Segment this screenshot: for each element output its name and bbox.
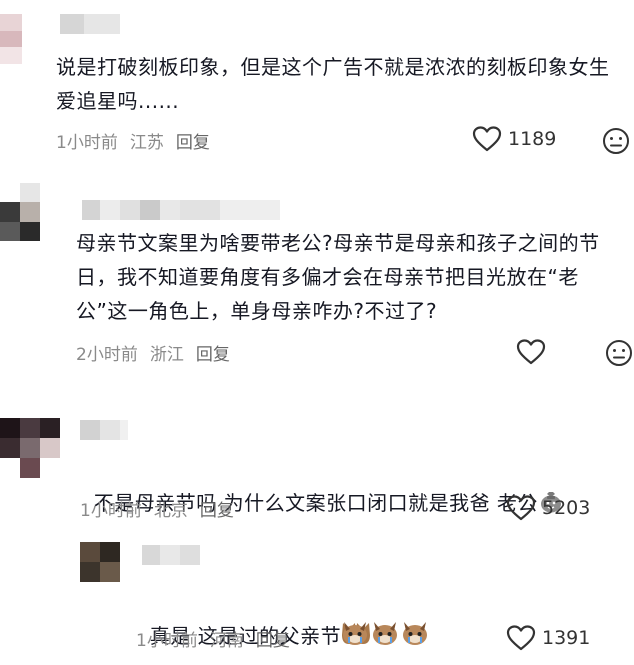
- reply-button[interactable]: 回复: [176, 128, 210, 153]
- avatar[interactable]: [0, 183, 40, 241]
- comment-time: 1小时前: [80, 501, 142, 521]
- neutral-face-icon[interactable]: [601, 126, 631, 156]
- neutral-face-icon[interactable]: [604, 338, 634, 368]
- heart-icon: [506, 494, 536, 522]
- comment-text: 说是打破刻板印象，但是这个广告不就是浓浓的刻板印象女生爱追星吗......: [56, 55, 610, 113]
- comment-location: 河南: [209, 631, 244, 651]
- comment-location: 北京: [153, 501, 188, 521]
- reply-button[interactable]: 回复: [256, 626, 290, 651]
- reply-button[interactable]: 回复: [196, 340, 230, 365]
- like-button[interactable]: [516, 338, 552, 366]
- username-blurred[interactable]: [60, 14, 120, 34]
- like-button[interactable]: 1391: [506, 624, 590, 652]
- comment-meta: 1小时前 河南 回复: [136, 626, 290, 651]
- comment-time: 1小时前: [136, 631, 198, 651]
- heart-icon: [506, 624, 536, 652]
- heart-icon: [516, 338, 546, 366]
- comment-meta: 2小时前 浙江 回复: [76, 340, 230, 365]
- comment-meta: 1小时前 江苏 回复: [56, 128, 210, 153]
- heart-icon: [472, 125, 502, 153]
- comment-meta: 1小时前 北京 回复: [80, 496, 234, 521]
- avatar[interactable]: [0, 14, 22, 64]
- username-blurred[interactable]: [142, 545, 200, 565]
- crying-dog-icon: [341, 619, 431, 657]
- like-button[interactable]: 5203: [506, 494, 590, 522]
- comment-time: 2小时前: [76, 345, 138, 365]
- comment-time: 1小时前: [56, 133, 118, 153]
- like-count: 1391: [542, 627, 591, 649]
- comment-location: 江苏: [129, 133, 164, 153]
- username-blurred[interactable]: [80, 420, 128, 440]
- comment-text: 母亲节文案里为啥要带老公?母亲节是母亲和孩子之间的节日，我不知道要角度有多偏才会…: [76, 231, 600, 323]
- like-button[interactable]: 1189: [472, 125, 556, 153]
- avatar[interactable]: [80, 542, 120, 582]
- comment-location: 浙江: [149, 345, 184, 365]
- like-count: 1189: [508, 128, 557, 150]
- reply-button[interactable]: 回复: [200, 496, 234, 521]
- avatar[interactable]: [0, 418, 60, 478]
- like-count: 5203: [542, 497, 591, 519]
- username-blurred[interactable]: [82, 200, 280, 220]
